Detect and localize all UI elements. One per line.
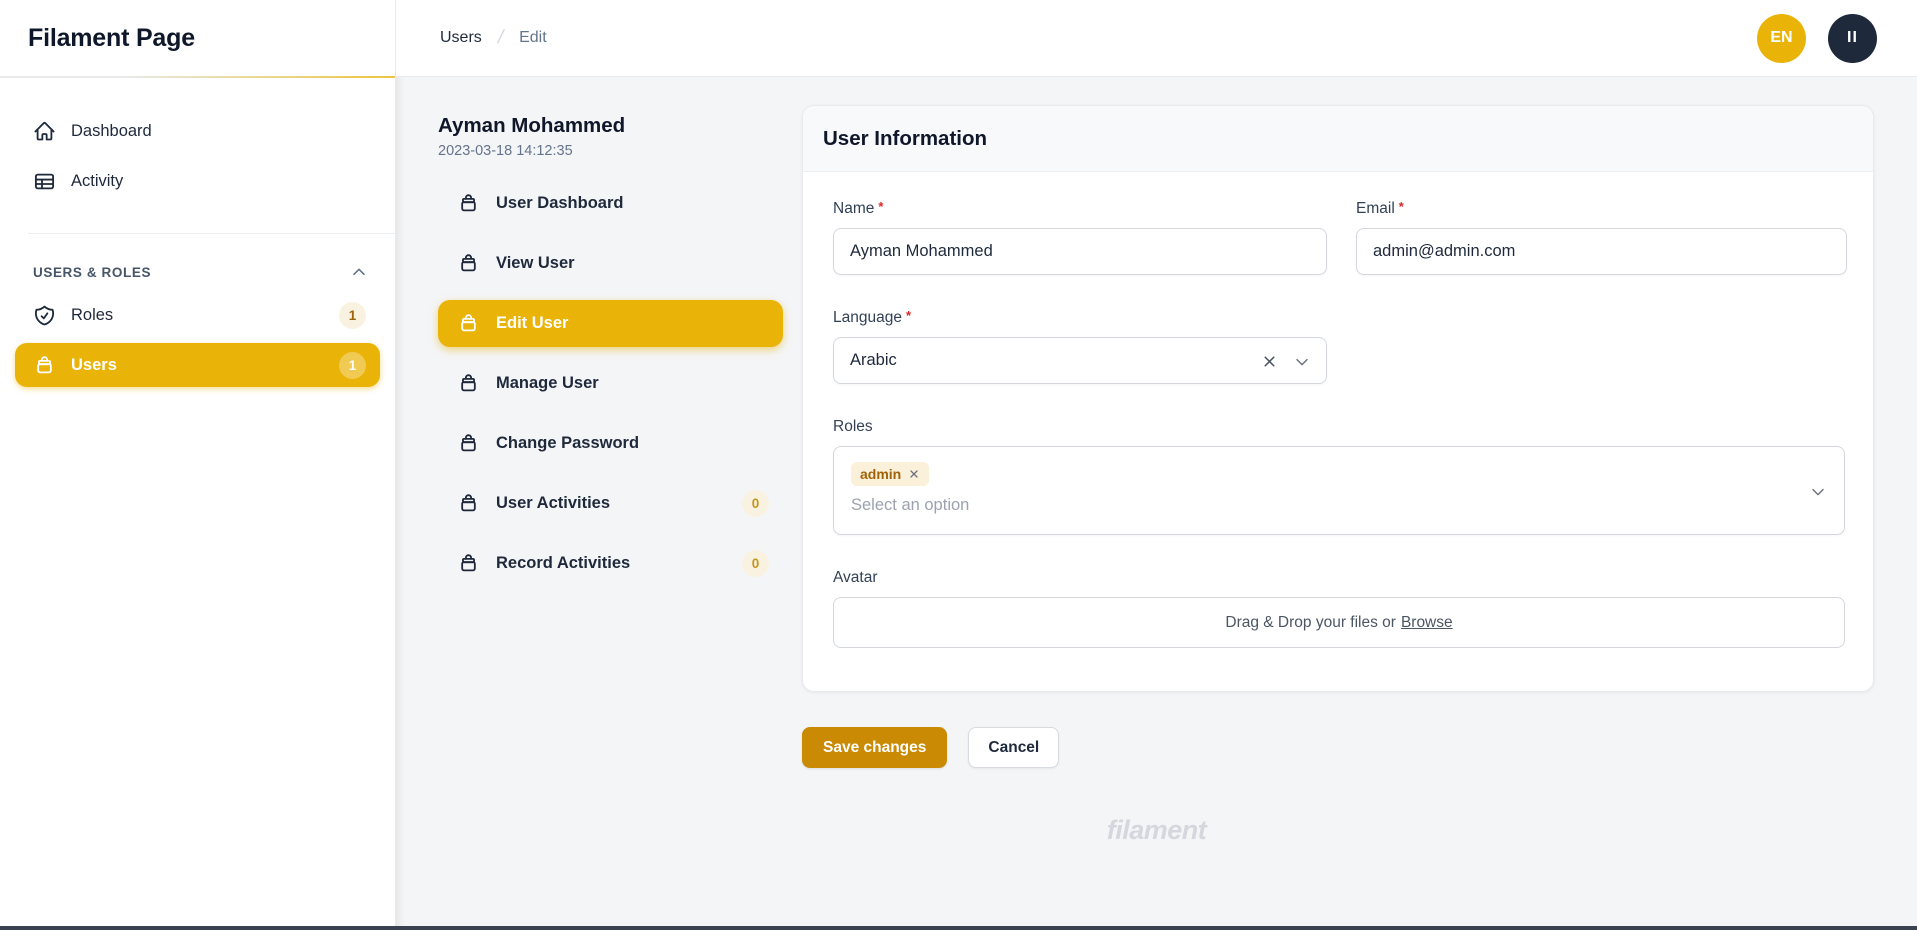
required-asterisk: * bbox=[878, 200, 883, 218]
page-item-edit-user[interactable]: Edit User bbox=[438, 300, 783, 347]
name-input[interactable] bbox=[833, 228, 1327, 275]
lock-icon bbox=[457, 552, 480, 575]
lock-icon bbox=[457, 432, 480, 455]
sidebar-item-activity[interactable]: Activity bbox=[15, 159, 380, 203]
page-item-label: Manage User bbox=[496, 374, 599, 393]
user-activities-count-badge: 0 bbox=[742, 490, 769, 517]
name-label: Name * bbox=[833, 200, 1327, 218]
page-item-label: View User bbox=[496, 254, 575, 273]
breadcrumb-edit: Edit bbox=[519, 29, 547, 47]
email-field-group: Email * bbox=[1356, 200, 1847, 275]
role-tag-admin: admin bbox=[851, 462, 929, 486]
home-icon bbox=[33, 120, 56, 143]
language-field-group: Language * Arabic bbox=[833, 309, 1845, 384]
page-item-label: User Dashboard bbox=[496, 194, 623, 213]
roles-field-group: Roles admin Select an option bbox=[833, 418, 1845, 535]
sidebar: Filament Page Dashboard Activity USERS &… bbox=[0, 0, 396, 930]
sidebar-item-label: Dashboard bbox=[71, 122, 152, 141]
breadcrumb-separator: / bbox=[495, 27, 505, 49]
table-icon bbox=[33, 170, 56, 193]
chevron-down-icon[interactable] bbox=[1810, 484, 1826, 500]
sidebar-group-header: USERS & ROLES bbox=[33, 264, 367, 280]
page-item-user-activities[interactable]: User Activities 0 bbox=[438, 480, 783, 527]
sidebar-item-label: Users bbox=[71, 356, 117, 375]
save-changes-button[interactable]: Save changes bbox=[802, 727, 947, 768]
sidebar-nav: Dashboard Activity USERS & ROLES Role bbox=[0, 77, 395, 387]
sidebar-header: Filament Page bbox=[0, 0, 395, 77]
email-label: Email * bbox=[1356, 200, 1847, 218]
avatar-label: Avatar bbox=[833, 569, 1845, 587]
chevron-down-icon[interactable] bbox=[1294, 354, 1310, 370]
app-title: Filament Page bbox=[28, 24, 195, 53]
form-actions: Save changes Cancel bbox=[802, 727, 1059, 768]
record-page-nav: User Dashboard View User Edit User Manag… bbox=[438, 180, 783, 600]
roles-multiselect[interactable]: admin Select an option bbox=[833, 446, 1845, 535]
lock-icon bbox=[457, 492, 480, 515]
record-activities-count-badge: 0 bbox=[742, 550, 769, 577]
roles-label: Roles bbox=[833, 418, 1845, 436]
lock-icon bbox=[457, 192, 480, 215]
breadcrumb-users[interactable]: Users bbox=[440, 29, 482, 47]
topbar-actions: EN II bbox=[1757, 14, 1877, 63]
page-item-label: User Activities bbox=[496, 494, 610, 513]
clear-selection-icon[interactable] bbox=[1261, 353, 1278, 370]
sidebar-item-label: Roles bbox=[71, 306, 113, 325]
breadcrumb: Users / Edit bbox=[440, 27, 547, 49]
sidebar-group-label: USERS & ROLES bbox=[33, 265, 151, 280]
page-item-label: Change Password bbox=[496, 434, 639, 453]
chevron-up-icon[interactable] bbox=[351, 264, 367, 280]
language-selected-value: Arabic bbox=[850, 351, 897, 370]
sidebar-item-users[interactable]: Users 1 bbox=[15, 343, 380, 387]
lock-icon bbox=[33, 354, 56, 377]
role-tag-label: admin bbox=[860, 466, 901, 482]
sidebar-item-label: Activity bbox=[71, 172, 123, 191]
users-count-badge: 1 bbox=[339, 352, 366, 379]
language-switch-button[interactable]: EN bbox=[1757, 14, 1806, 63]
page-item-record-activities[interactable]: Record Activities 0 bbox=[438, 540, 783, 587]
sidebar-divider bbox=[28, 233, 395, 234]
page-item-view-user[interactable]: View User bbox=[438, 240, 783, 287]
record-timestamp: 2023-03-18 14:12:35 bbox=[438, 143, 625, 159]
required-asterisk: * bbox=[1399, 200, 1404, 218]
shield-check-icon bbox=[33, 304, 56, 327]
filament-watermark: filament bbox=[396, 815, 1917, 846]
topbar: Users / Edit EN II bbox=[396, 0, 1917, 77]
lock-icon bbox=[457, 372, 480, 395]
language-select[interactable]: Arabic bbox=[833, 337, 1327, 384]
roles-count-badge: 1 bbox=[339, 302, 366, 329]
page-item-label: Record Activities bbox=[496, 554, 630, 573]
name-field-group: Name * bbox=[833, 200, 1327, 275]
user-information-card: User Information Name * Email * bbox=[802, 105, 1874, 692]
card-header: User Information bbox=[803, 106, 1873, 172]
page-item-change-password[interactable]: Change Password bbox=[438, 420, 783, 467]
user-avatar-button[interactable]: II bbox=[1828, 14, 1877, 63]
dropzone-text: Drag & Drop your files or bbox=[1225, 614, 1396, 632]
browse-link[interactable]: Browse bbox=[1401, 614, 1453, 632]
required-asterisk: * bbox=[906, 309, 911, 327]
roles-placeholder: Select an option bbox=[851, 496, 1804, 515]
remove-tag-icon[interactable] bbox=[908, 468, 920, 480]
section-title: User Information bbox=[823, 127, 987, 151]
card-body: Name * Email * Lan bbox=[803, 172, 1873, 678]
cancel-button[interactable]: Cancel bbox=[968, 727, 1059, 768]
page-item-manage-user[interactable]: Manage User bbox=[438, 360, 783, 407]
language-label: Language * bbox=[833, 309, 1845, 327]
main-content: Ayman Mohammed 2023-03-18 14:12:35 User … bbox=[396, 77, 1917, 930]
record-title: Ayman Mohammed bbox=[438, 114, 625, 138]
email-field[interactable] bbox=[1356, 228, 1847, 275]
lock-icon bbox=[457, 312, 480, 335]
record-header: Ayman Mohammed 2023-03-18 14:12:35 bbox=[438, 114, 625, 159]
page-item-label: Edit User bbox=[496, 314, 568, 333]
app-window: Filament Page Dashboard Activity USERS &… bbox=[0, 0, 1917, 930]
avatar-dropzone[interactable]: Drag & Drop your files or Browse bbox=[833, 597, 1845, 648]
avatar-field-group: Avatar Drag & Drop your files or Browse bbox=[833, 569, 1845, 648]
sidebar-item-roles[interactable]: Roles 1 bbox=[15, 293, 380, 337]
lock-icon bbox=[457, 252, 480, 275]
bottom-edge-bar bbox=[0, 926, 1917, 930]
page-item-user-dashboard[interactable]: User Dashboard bbox=[438, 180, 783, 227]
sidebar-item-dashboard[interactable]: Dashboard bbox=[15, 109, 380, 153]
